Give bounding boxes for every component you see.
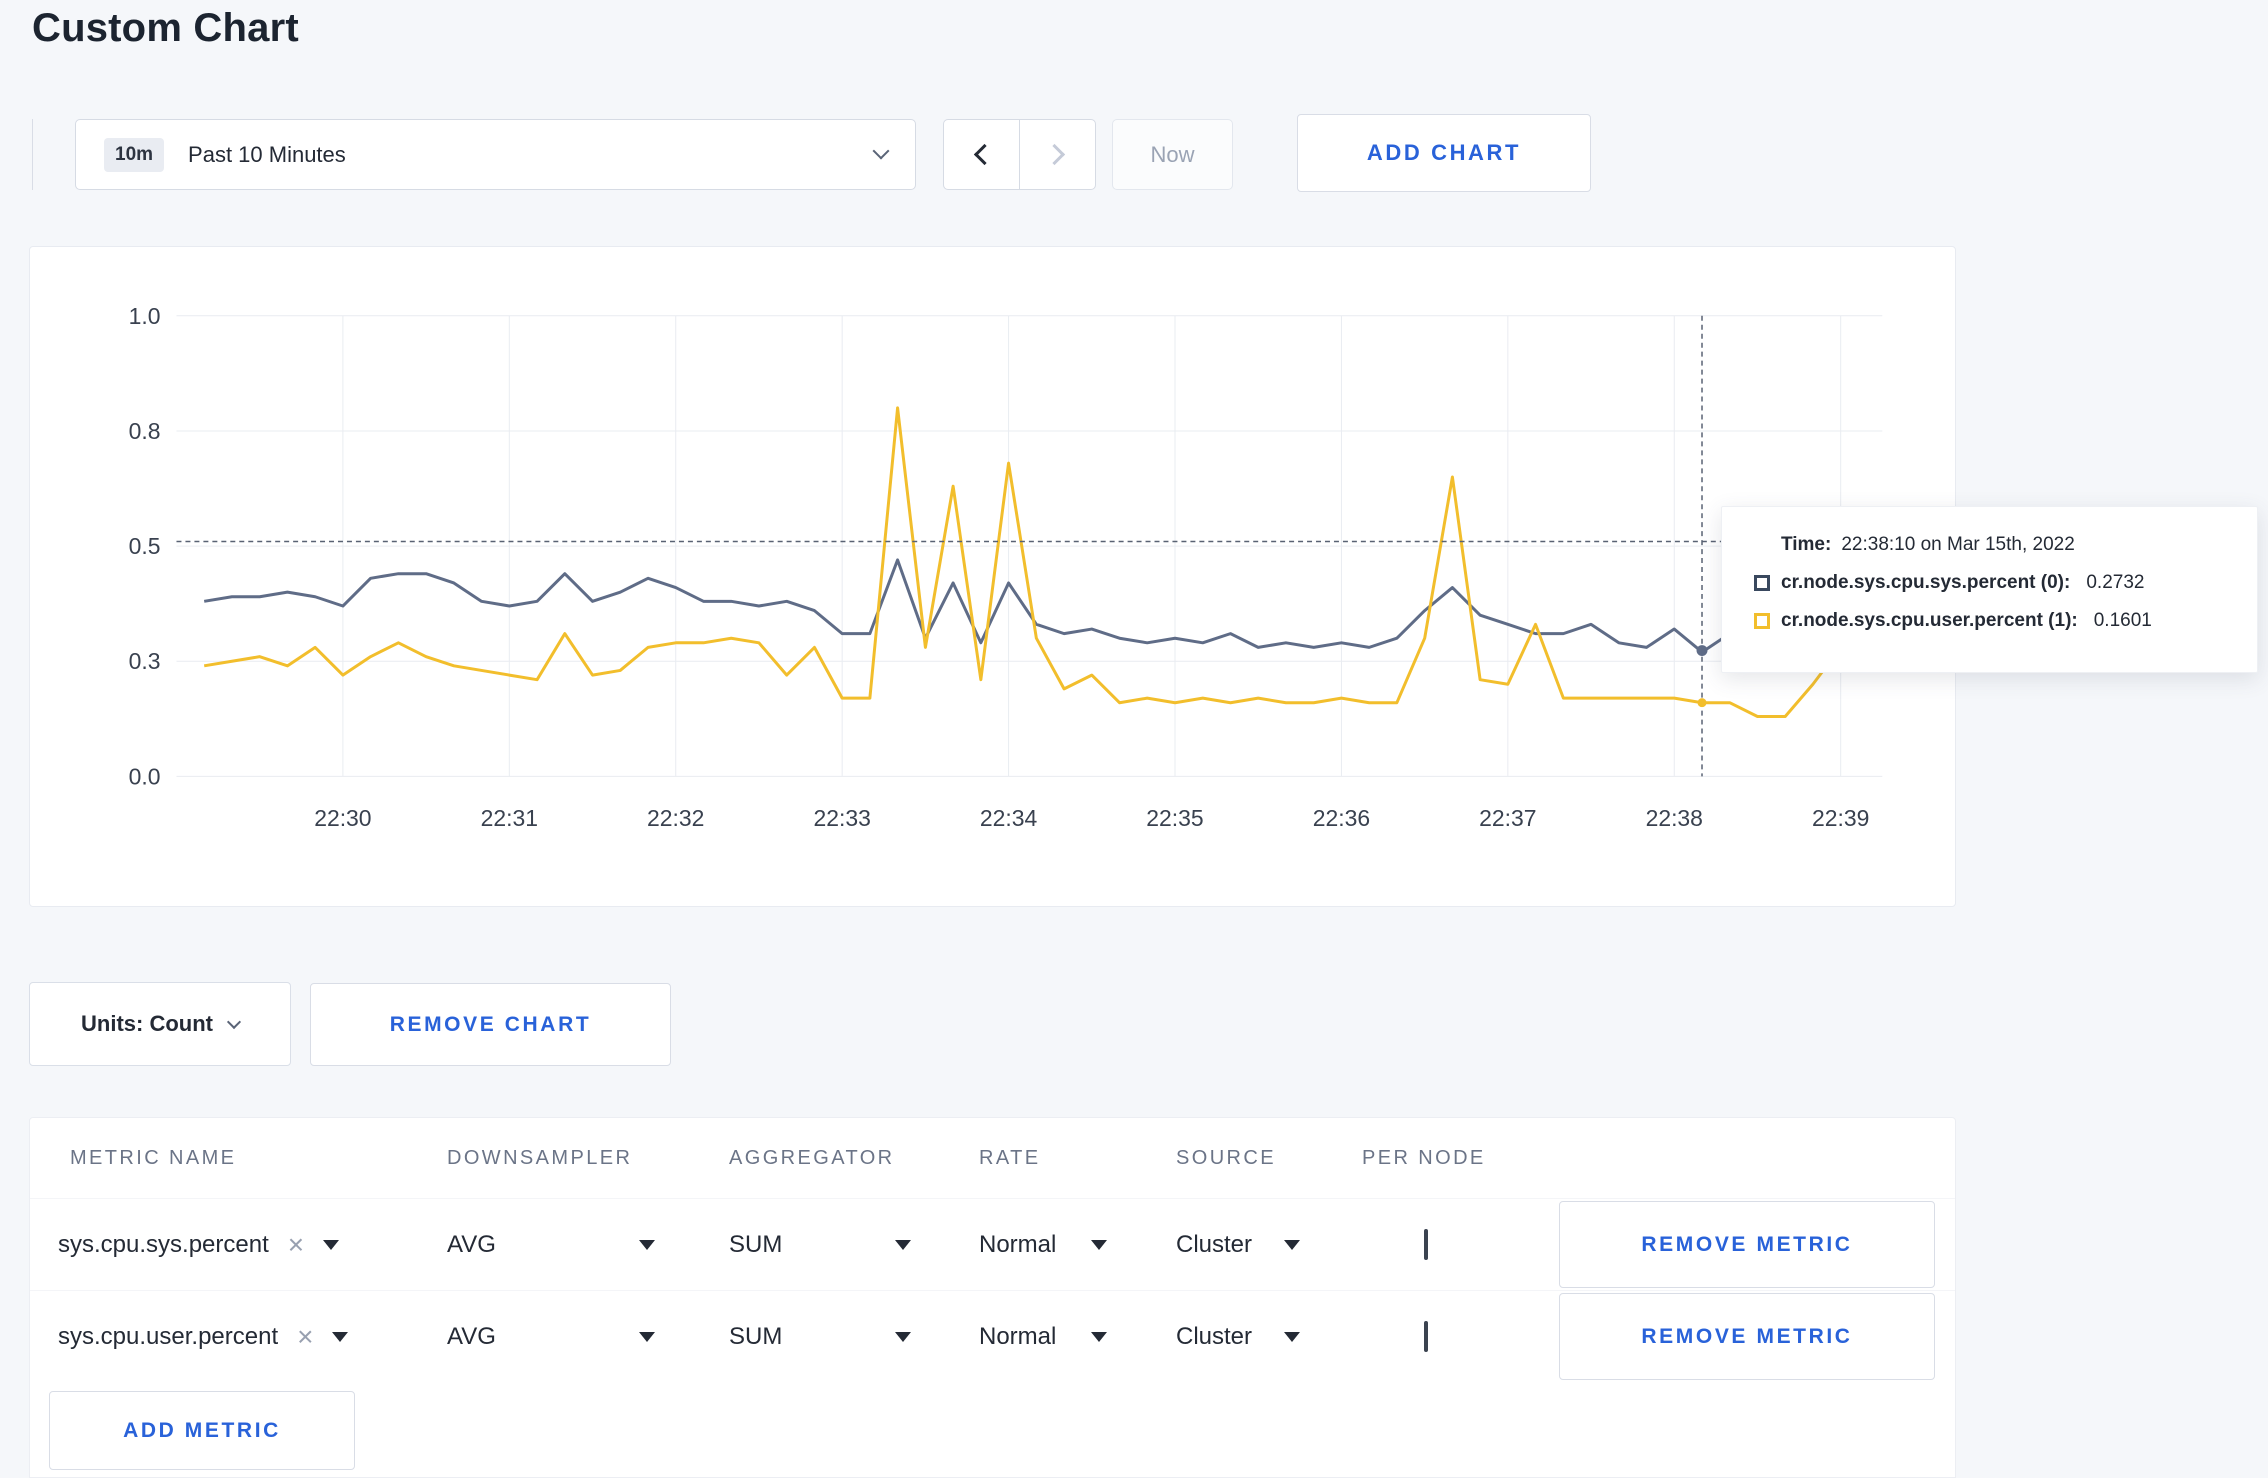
- tooltip-series-value: 0.2732: [2086, 572, 2145, 593]
- time-range-badge: 10m: [104, 137, 165, 172]
- caret-down-icon: [895, 1239, 911, 1250]
- clear-icon[interactable]: ×: [288, 1230, 304, 1259]
- metrics-table-card: METRIC NAME DOWNSAMPLER AGGREGATOR RATE …: [29, 1117, 1956, 1478]
- crosshair-point: [1697, 698, 1707, 708]
- caret-down-icon: [1091, 1331, 1107, 1342]
- caret-down-icon: [1091, 1239, 1107, 1250]
- chevron-right-icon: [1043, 143, 1066, 166]
- now-button[interactable]: Now: [1112, 119, 1233, 190]
- rate-select[interactable]: Normal: [979, 1231, 1107, 1259]
- remove-metric-button[interactable]: REMOVE METRIC: [1559, 1201, 1935, 1288]
- rate-select[interactable]: Normal: [979, 1323, 1107, 1351]
- svg-text:22:30: 22:30: [314, 805, 371, 831]
- caret-down-icon: [639, 1239, 655, 1250]
- chart-axis-labels: 0.0 0.3 0.5 0.8 1.0 22:30 22:31 22:32 22:33 22:34…: [129, 303, 1870, 831]
- header-aggregator: AGGREGATOR: [729, 1146, 895, 1169]
- caret-down-icon: [332, 1331, 349, 1342]
- header-per-node: PER NODE: [1362, 1146, 1486, 1169]
- time-range-label: Past 10 Minutes: [188, 141, 346, 167]
- add-metric-button[interactable]: ADD METRIC: [49, 1391, 355, 1470]
- metrics-table-header: METRIC NAME DOWNSAMPLER AGGREGATOR RATE …: [30, 1118, 1955, 1198]
- metric-row: sys.cpu.user.percent × AVG SUM Normal Cl…: [30, 1290, 1955, 1382]
- remove-chart-button[interactable]: REMOVE CHART: [310, 983, 671, 1066]
- prev-time-button[interactable]: [943, 119, 1020, 190]
- caret-down-icon: [1284, 1331, 1300, 1342]
- source-select[interactable]: Cluster: [1176, 1231, 1300, 1259]
- time-range-dropdown[interactable]: 10m Past 10 Minutes: [75, 119, 916, 190]
- rate-value: Normal: [979, 1322, 1057, 1350]
- svg-text:22:33: 22:33: [813, 805, 870, 831]
- aggregator-select[interactable]: SUM: [729, 1323, 911, 1351]
- caret-down-icon: [323, 1239, 340, 1250]
- chart-tooltip: Time: 22:38:10 on Mar 15th, 2022 cr.node.…: [1721, 506, 2258, 673]
- aggregator-select[interactable]: SUM: [729, 1231, 911, 1259]
- toolbar-divider: [32, 119, 33, 190]
- tooltip-time: Time: 22:38:10 on Mar 15th, 2022: [1781, 534, 2257, 556]
- svg-text:0.3: 0.3: [129, 648, 161, 674]
- tooltip-time-label: Time:: [1781, 534, 1832, 555]
- caret-down-icon: [895, 1331, 911, 1342]
- tooltip-series-row: cr.node.sys.cpu.user.percent (1): 0.1601: [1754, 610, 2257, 632]
- svg-text:22:34: 22:34: [980, 805, 1038, 831]
- tooltip-series-row: cr.node.sys.cpu.sys.percent (0): 0.2732: [1754, 572, 2257, 594]
- metric-name-value: sys.cpu.user.percent: [58, 1322, 279, 1350]
- downsampler-value: AVG: [447, 1322, 496, 1350]
- per-node-checkbox[interactable]: [1424, 1228, 1428, 1260]
- metric-name-select[interactable]: sys.cpu.sys.percent ×: [58, 1230, 447, 1259]
- svg-text:1.0: 1.0: [129, 303, 161, 329]
- tooltip-time-value: 22:38:10 on Mar 15th, 2022: [1841, 534, 2075, 555]
- svg-text:0.5: 0.5: [129, 533, 161, 559]
- svg-text:0.0: 0.0: [129, 763, 161, 789]
- svg-text:22:37: 22:37: [1479, 805, 1536, 831]
- time-nav-group: [943, 119, 1096, 190]
- series-swatch-icon: [1754, 613, 1770, 629]
- aggregator-value: SUM: [729, 1322, 783, 1350]
- tooltip-series-name: cr.node.sys.cpu.sys.percent (0):: [1781, 572, 2071, 593]
- per-node-checkbox[interactable]: [1424, 1320, 1428, 1352]
- svg-text:0.8: 0.8: [129, 418, 161, 444]
- header-rate: RATE: [979, 1146, 1041, 1169]
- clear-icon[interactable]: ×: [297, 1322, 313, 1351]
- svg-text:22:39: 22:39: [1812, 805, 1869, 831]
- source-value: Cluster: [1176, 1322, 1253, 1350]
- downsampler-value: AVG: [447, 1230, 496, 1258]
- downsampler-select[interactable]: AVG: [447, 1231, 655, 1259]
- metric-name-value: sys.cpu.sys.percent: [58, 1230, 269, 1258]
- chevron-down-icon: [226, 1014, 242, 1030]
- caret-down-icon: [639, 1331, 655, 1342]
- line-chart[interactable]: 0.0 0.3 0.5 0.8 1.0 22:30 22:31 22:32 22:33 22:34…: [30, 247, 1955, 906]
- svg-text:22:35: 22:35: [1146, 805, 1203, 831]
- svg-text:22:36: 22:36: [1313, 805, 1370, 831]
- series-swatch-icon: [1754, 575, 1770, 591]
- source-value: Cluster: [1176, 1230, 1253, 1258]
- header-downsampler: DOWNSAMPLER: [447, 1146, 633, 1169]
- rate-value: Normal: [979, 1230, 1057, 1258]
- chart-series: [203, 406, 1870, 718]
- next-time-button[interactable]: [1019, 119, 1096, 190]
- svg-text:22:38: 22:38: [1646, 805, 1703, 831]
- header-metric-name: METRIC NAME: [70, 1146, 237, 1169]
- chart-gridlines: [176, 315, 1883, 777]
- source-select[interactable]: Cluster: [1176, 1323, 1300, 1351]
- metric-row: sys.cpu.sys.percent × AVG SUM Normal Clu…: [30, 1198, 1955, 1290]
- series-line-cr.node.sys.cpu.user.percent: [203, 406, 1870, 718]
- tooltip-series-name: cr.node.sys.cpu.user.percent (1):: [1781, 610, 2078, 631]
- header-source: SOURCE: [1176, 1146, 1276, 1169]
- remove-metric-button[interactable]: REMOVE METRIC: [1559, 1293, 1935, 1380]
- svg-text:22:32: 22:32: [647, 805, 704, 831]
- downsampler-select[interactable]: AVG: [447, 1323, 655, 1351]
- units-dropdown[interactable]: Units: Count: [29, 982, 291, 1066]
- caret-down-icon: [1284, 1239, 1300, 1250]
- metric-name-select[interactable]: sys.cpu.user.percent ×: [58, 1322, 447, 1351]
- add-chart-button[interactable]: ADD CHART: [1297, 114, 1591, 192]
- chart-card: 0.0 0.3 0.5 0.8 1.0 22:30 22:31 22:32 22:33 22:34…: [29, 246, 1956, 907]
- crosshair-point: [1696, 645, 1708, 657]
- tooltip-series-value: 0.1601: [2093, 610, 2152, 631]
- page-title: Custom Chart: [32, 6, 299, 50]
- chevron-down-icon: [872, 142, 890, 160]
- chevron-left-icon: [973, 143, 996, 166]
- aggregator-value: SUM: [729, 1230, 783, 1258]
- svg-text:22:31: 22:31: [481, 805, 538, 831]
- units-label: Units: Count: [81, 1011, 213, 1036]
